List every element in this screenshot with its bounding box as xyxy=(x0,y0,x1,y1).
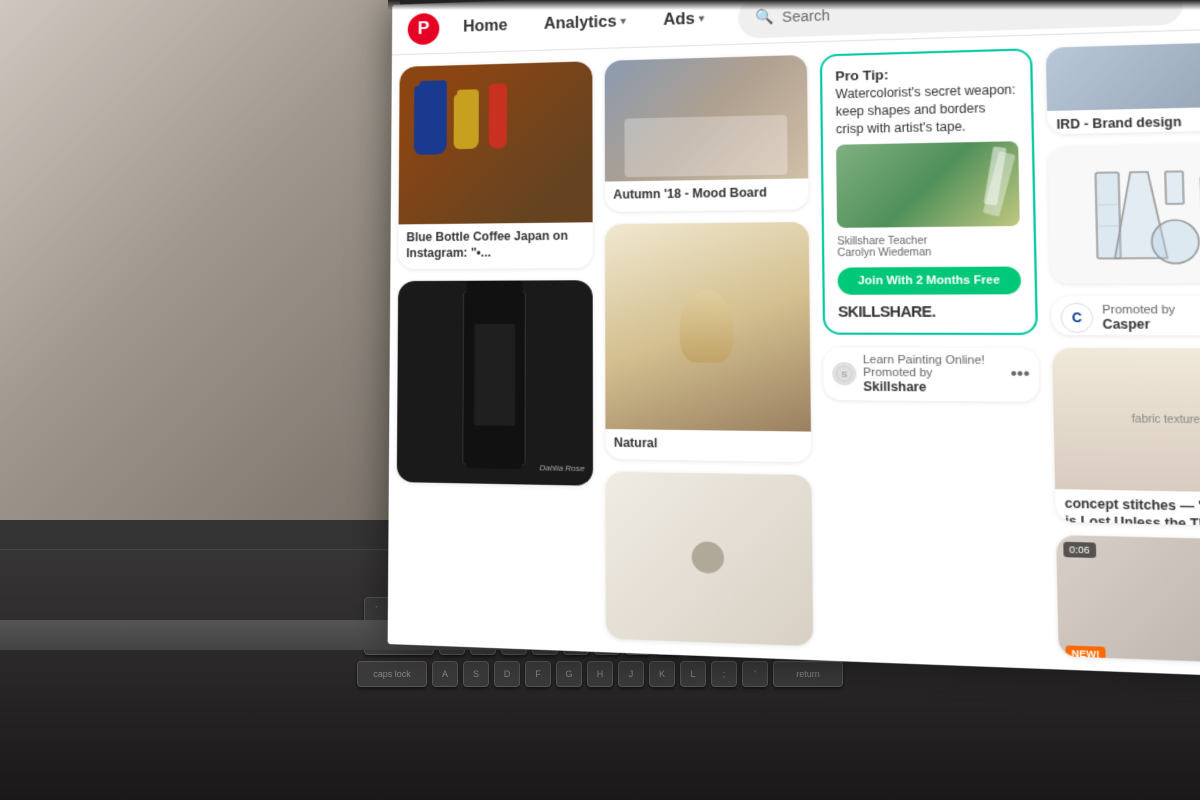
pin-stitch-label: concept stitches — 'The Stitch is Lost U… xyxy=(1055,489,1200,527)
skillshare-logo: SKILLSHARE. xyxy=(838,302,1022,319)
casper-promo-row: C Promoted by Casper ••• xyxy=(1051,296,1200,336)
key-return[interactable]: return xyxy=(773,661,843,687)
skillshare-image xyxy=(836,141,1020,228)
nav-home[interactable]: Home xyxy=(451,8,520,44)
key-f[interactable]: F xyxy=(525,661,551,687)
pin-blue-bottle[interactable]: Blue Bottle Coffee Japan on Instagram: "… xyxy=(398,61,592,269)
skillshare-ad-card[interactable]: Pro Tip: Watercolorist's secret weapon: … xyxy=(820,48,1038,334)
promoted-info: Learn Painting Online! Promoted by Skill… xyxy=(863,353,1004,394)
pin-pants[interactable]: Dahlia Rose xyxy=(397,280,593,486)
key-quote[interactable]: ' xyxy=(742,661,768,687)
skillshare-teacher-info: Skillshare Teacher Carolyn Wiedeman xyxy=(837,234,1020,259)
promoted-by-label: Promoted by xyxy=(863,366,1004,380)
pin-ird-image xyxy=(1046,41,1200,111)
pin-room[interactable] xyxy=(606,472,814,647)
analytics-chevron-icon: ▾ xyxy=(621,16,626,27)
key-g[interactable]: G xyxy=(556,661,582,687)
pin-casper[interactable]: C Promoted by Casper ••• xyxy=(1051,296,1200,336)
home-label: Home xyxy=(463,17,507,36)
pin-autumn-image xyxy=(605,55,808,182)
key-h[interactable]: H xyxy=(587,661,613,687)
pin-pants-image: Dahlia Rose xyxy=(397,280,593,486)
skillshare-promoted[interactable]: S Learn Painting Online! Promoted by Ski… xyxy=(823,347,1039,402)
key-k[interactable]: K xyxy=(649,661,675,687)
pins-grid: Blue Bottle Coffee Japan on Instagram: "… xyxy=(388,28,1200,679)
pin-column-1: Blue Bottle Coffee Japan on Instagram: "… xyxy=(396,61,593,639)
pin-room-image xyxy=(606,472,814,647)
screen: P Home Analytics ▾ Ads ▾ 🔍 Search xyxy=(388,0,1200,679)
pin-autumn[interactable]: Autumn '18 - Mood Board xyxy=(605,55,809,212)
casper-info: Promoted by Casper xyxy=(1102,303,1200,332)
new-badge: NEW! xyxy=(1065,646,1105,663)
pin-blue-bottle-image xyxy=(399,61,593,224)
pin-flasks[interactable] xyxy=(1048,143,1200,284)
analytics-label: Analytics xyxy=(544,13,617,33)
ads-chevron-icon: ▾ xyxy=(699,13,704,24)
pin-natural-image xyxy=(605,222,811,432)
svg-text:S: S xyxy=(841,369,847,379)
casper-logo: C xyxy=(1060,302,1093,332)
pin-ird-label: IRD - Brand design xyxy=(1047,106,1200,134)
pinterest-app: P Home Analytics ▾ Ads ▾ 🔍 Search xyxy=(388,0,1200,679)
video-time-badge: 0:06 xyxy=(1063,542,1095,558)
pin-autumn-label: Autumn '18 - Mood Board xyxy=(605,178,809,211)
learn-painting-label: Learn Painting Online! xyxy=(863,353,1004,366)
pin-concept-stitches[interactable]: fabric texture concept stitches — 'The S… xyxy=(1052,348,1200,527)
join-skillshare-button[interactable]: Join With 2 Months Free xyxy=(838,266,1022,294)
pin-video[interactable]: 0:06 NEW! xyxy=(1056,535,1200,664)
skillshare-avatar: S xyxy=(832,362,857,385)
screen-top-shadow xyxy=(388,0,1200,10)
promoted-by-name: Skillshare xyxy=(863,379,1004,395)
promoted-row: S Learn Painting Online! Promoted by Ski… xyxy=(823,347,1039,402)
pin-column-4: IRD - Brand design xyxy=(1046,41,1200,664)
search-icon: 🔍 xyxy=(755,8,774,26)
pin-natural-label: Natural xyxy=(605,429,811,463)
key-capslock[interactable]: caps lock xyxy=(357,661,427,687)
key-j[interactable]: J xyxy=(618,661,644,687)
pin-column-2: Autumn '18 - Mood Board Natural xyxy=(605,55,814,647)
pin-blue-bottle-label: Blue Bottle Coffee Japan on Instagram: "… xyxy=(398,222,592,269)
pin-natural[interactable]: Natural xyxy=(605,222,811,463)
key-l[interactable]: L xyxy=(680,661,706,687)
pin-stitch-image: fabric texture xyxy=(1052,348,1200,493)
pin-flasks-image xyxy=(1048,143,1200,284)
pro-tip-body: Watercolorist's secret weapon: keep shap… xyxy=(835,82,1015,136)
casper-name: Casper xyxy=(1102,316,1200,331)
key-s[interactable]: S xyxy=(463,661,489,687)
pro-tip-heading: Pro Tip: Watercolorist's secret weapon: … xyxy=(835,63,1018,138)
key-d[interactable]: D xyxy=(494,661,520,687)
pin-video-image: 0:06 NEW! xyxy=(1056,535,1200,664)
key-semicolon[interactable]: ; xyxy=(711,661,737,687)
casper-promoted-label: Promoted by xyxy=(1102,303,1200,316)
pinterest-logo[interactable]: P xyxy=(408,12,440,44)
ads-label: Ads xyxy=(663,10,695,29)
pin-ird[interactable]: IRD - Brand design xyxy=(1046,41,1200,134)
more-options-button[interactable]: ••• xyxy=(1010,365,1030,385)
pin-column-3: Pro Tip: Watercolorist's secret weapon: … xyxy=(820,48,1045,656)
key-a[interactable]: A xyxy=(432,661,458,687)
